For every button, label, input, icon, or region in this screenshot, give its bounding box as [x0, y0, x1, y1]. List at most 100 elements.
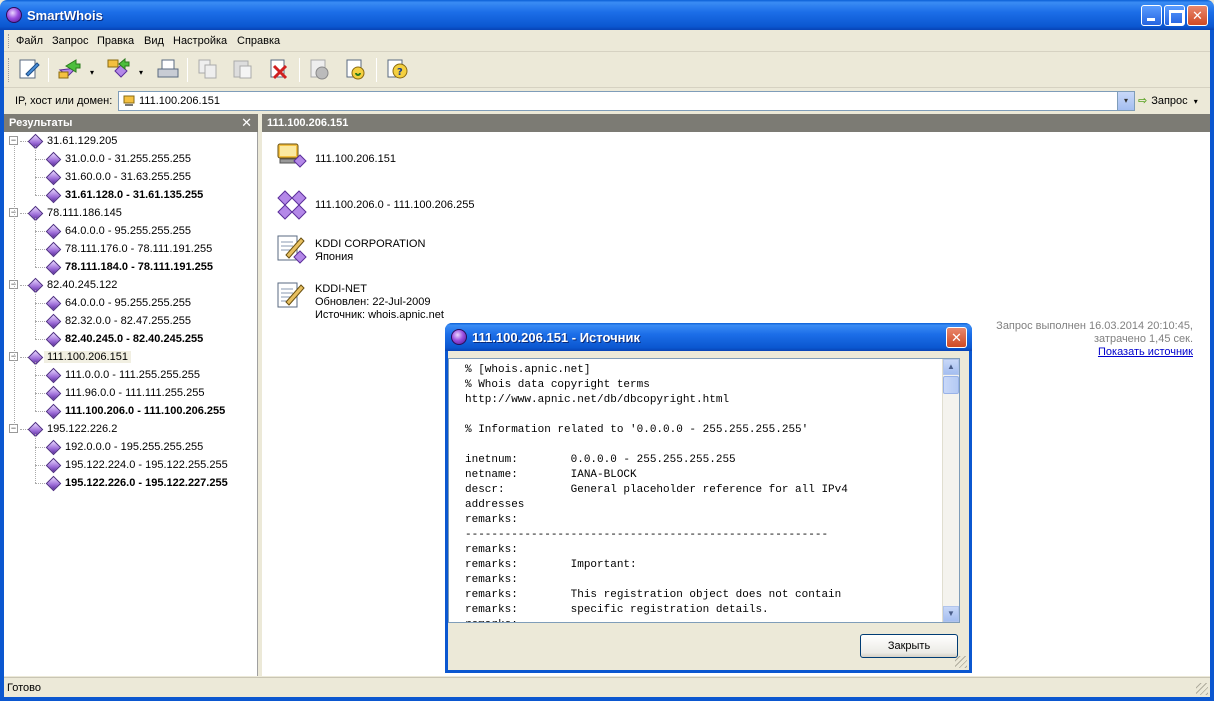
- tree-range-node[interactable]: 82.40.245.0 - 82.40.245.255: [4, 330, 258, 348]
- tree-range-node[interactable]: 111.0.0.0 - 111.255.255.255: [4, 366, 258, 384]
- tree-host-node[interactable]: − 31.61.129.205: [4, 132, 258, 150]
- print-icon: [157, 59, 179, 78]
- scroll-down-button[interactable]: ▼: [943, 606, 959, 622]
- tree-range-label: 64.0.0.0 - 95.255.255.255: [65, 225, 191, 237]
- query-button[interactable]: ⇨ Запрос ▾: [1138, 94, 1198, 107]
- maximize-button[interactable]: [1164, 5, 1185, 26]
- tree-range-node[interactable]: 78.111.176.0 - 78.111.191.255: [4, 240, 258, 258]
- dialog-resize-grip[interactable]: [955, 656, 967, 668]
- refresh-icon: [346, 59, 365, 80]
- tree-connector: [35, 362, 36, 411]
- tree-range-node[interactable]: 64.0.0.0 - 95.255.255.255: [4, 222, 258, 240]
- toolbar-separator: [48, 58, 49, 82]
- range-icon: [45, 403, 62, 420]
- tree-host-node[interactable]: −82.40.245.122: [4, 276, 258, 294]
- tree-range-label: 82.40.245.0 - 82.40.245.255: [65, 333, 204, 345]
- info-button[interactable]: [307, 56, 333, 82]
- query-info: Запрос выполнен 16.03.2014 20:10:45, зат…: [996, 320, 1193, 359]
- batch-dropdown[interactable]: ▾: [139, 68, 143, 77]
- delete-button[interactable]: [266, 56, 292, 82]
- details-header: 111.100.206.151: [262, 114, 1210, 132]
- tree-range-node[interactable]: 192.0.0.0 - 195.255.255.255: [4, 438, 258, 456]
- range-icon: [45, 223, 62, 240]
- tree-host-label: 195.122.226.2: [47, 423, 118, 435]
- tree-range-label: 31.61.128.0 - 31.61.135.255: [65, 189, 204, 201]
- results-title: Результаты: [9, 117, 73, 129]
- menu-view[interactable]: Вид: [144, 35, 164, 47]
- tree-connector: [35, 249, 45, 250]
- tree-range-node[interactable]: 78.111.184.0 - 78.111.191.255: [4, 258, 258, 276]
- range-label: 111.100.206.0 - 111.100.206.255: [315, 199, 475, 211]
- menu-settings[interactable]: Настройка: [173, 35, 227, 47]
- tree-host-node[interactable]: −111.100.206.151: [4, 348, 258, 366]
- network-range-icon: [277, 190, 307, 220]
- batch-button[interactable]: [105, 56, 131, 82]
- address-input[interactable]: [139, 94, 1109, 108]
- menu-bar: Файл Запрос Правка Вид Настройка Справка: [4, 30, 1210, 52]
- tree-range-node[interactable]: 111.96.0.0 - 111.111.255.255: [4, 384, 258, 402]
- source-scrollbar[interactable]: ▲ ▼: [942, 359, 959, 622]
- tree-connector: [35, 483, 45, 484]
- tree-range-node[interactable]: 31.61.128.0 - 31.61.135.255: [4, 186, 258, 204]
- computer-icon: [123, 95, 135, 106]
- menu-file[interactable]: Файл: [16, 35, 43, 47]
- menu-help[interactable]: Справка: [237, 35, 280, 47]
- tree-range-node[interactable]: 111.100.206.0 - 111.100.206.255: [4, 402, 258, 420]
- tree-collapse-icon[interactable]: −: [9, 136, 18, 145]
- menu-edit[interactable]: Правка: [97, 35, 134, 47]
- tree-host-label: 78.111.186.145: [47, 207, 122, 219]
- address-combobox[interactable]: ▾: [118, 91, 1135, 111]
- tree-range-label: 195.122.226.0 - 195.122.227.255: [65, 477, 228, 489]
- tree-connector: [35, 231, 45, 232]
- tree-range-node[interactable]: 64.0.0.0 - 95.255.255.255: [4, 294, 258, 312]
- source-dialog: 111.100.206.151 - Источник ✕ % [whois.ap…: [445, 323, 972, 673]
- toolbar-grip[interactable]: [8, 58, 11, 82]
- window-resize-grip[interactable]: [1196, 683, 1208, 695]
- network-source: Источник: whois.apnic.net: [315, 309, 444, 321]
- range-icon: [45, 187, 62, 204]
- address-dropdown-button[interactable]: ▾: [1117, 92, 1134, 110]
- scroll-thumb[interactable]: [943, 376, 959, 394]
- range-icon: [45, 367, 62, 384]
- tree-connector: [35, 195, 45, 196]
- show-source-link[interactable]: Показать источник: [1098, 346, 1193, 358]
- tree-range-label: 111.0.0.0 - 111.255.255.255: [65, 369, 200, 381]
- menu-query[interactable]: Запрос: [52, 35, 88, 47]
- tree-range-node[interactable]: 82.32.0.0 - 82.47.255.255: [4, 312, 258, 330]
- menu-grip[interactable]: [8, 34, 11, 48]
- dialog-close-button[interactable]: ✕: [946, 327, 967, 348]
- query-arrow-icon: ⇨: [1138, 95, 1148, 107]
- tree-host-node[interactable]: − 195.122.226.2: [4, 420, 258, 438]
- tree-collapse-icon[interactable]: −: [9, 424, 18, 433]
- results-header: Результаты ✕: [4, 114, 258, 132]
- refresh-button[interactable]: [343, 56, 369, 82]
- tree-range-label: 31.60.0.0 - 31.63.255.255: [65, 171, 191, 183]
- title-bar[interactable]: SmartWhois ✕: [0, 0, 1214, 30]
- range-icon: [45, 169, 62, 186]
- source-text-area[interactable]: % [whois.apnic.net] % Whois data copyrig…: [448, 358, 960, 623]
- dialog-close-text-button[interactable]: Закрыть: [860, 634, 958, 658]
- tree-range-label: 111.100.206.0 - 111.100.206.255: [65, 405, 226, 417]
- tree-range-node[interactable]: 195.122.226.0 - 195.122.227.255: [4, 474, 258, 492]
- results-close-icon[interactable]: ✕: [241, 115, 252, 131]
- host-icon: [277, 143, 307, 168]
- help-button[interactable]: ?: [384, 56, 410, 82]
- tree-range-node[interactable]: 31.60.0.0 - 31.63.255.255: [4, 168, 258, 186]
- tree-range-node[interactable]: 31.0.0.0 - 31.255.255.255: [4, 150, 258, 168]
- forward-button[interactable]: [56, 56, 82, 82]
- close-button[interactable]: ✕: [1187, 5, 1208, 26]
- tree-range-node[interactable]: 195.122.224.0 - 195.122.255.255: [4, 456, 258, 474]
- minimize-button[interactable]: [1141, 5, 1162, 26]
- forward-dropdown[interactable]: ▾: [90, 68, 94, 77]
- tree-host-node[interactable]: −78.111.186.145: [4, 204, 258, 222]
- dialog-app-icon: [451, 329, 467, 345]
- source-text: % [whois.apnic.net] % Whois data copyrig…: [465, 364, 848, 622]
- paste-button[interactable]: [230, 56, 256, 82]
- new-query-button[interactable]: [16, 56, 42, 82]
- dialog-title-bar[interactable]: 111.100.206.151 - Источник ✕: [445, 323, 972, 351]
- range-icon: [45, 295, 62, 312]
- print-button[interactable]: [155, 56, 181, 82]
- copy-button[interactable]: [195, 56, 221, 82]
- network-updated: Обновлен: 22-Jul-2009: [315, 296, 431, 308]
- scroll-up-button[interactable]: ▲: [943, 359, 959, 375]
